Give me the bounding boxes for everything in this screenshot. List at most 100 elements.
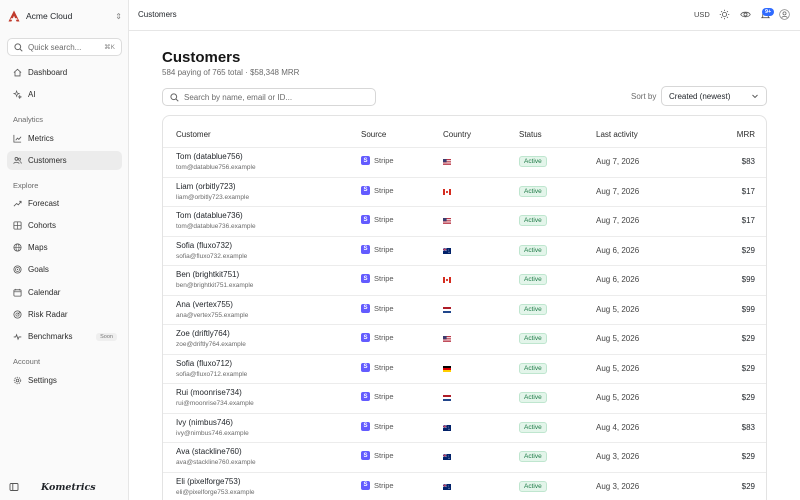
sidebar-item-customers[interactable]: Customers [7,151,122,170]
column-header-customer[interactable]: Customer [176,130,211,139]
sidebar-item-settings[interactable]: Settings [7,371,122,390]
netherlands-flag-icon [443,395,451,401]
table-row[interactable]: Rui (moonrise734) rui@moonrise734.example… [163,384,766,414]
stripe-icon: S [361,362,370,372]
pulse-icon [13,333,22,341]
notification-count-badge[interactable]: 9+ [762,8,775,16]
status-badge: Active [519,274,547,285]
sun-icon[interactable] [719,9,730,20]
sort-select[interactable]: Created (newest) [661,86,767,106]
column-header-status[interactable]: Status [519,130,542,139]
customer-name[interactable]: Rui (moonrise734) [176,388,242,397]
last-activity: Aug 4, 2026 [596,422,640,432]
sidebar-item-risk-radar[interactable]: Risk Radar [7,305,122,324]
source-label: Stripe [374,451,394,460]
sidebar-item-calendar[interactable]: Calendar [7,283,122,302]
sparkle-icon [13,90,22,99]
table-row[interactable]: Sofia (fluxo732) sofia@fluxo732.example S S… [163,237,766,266]
trend-icon [13,200,22,207]
column-header-country[interactable]: Country [443,130,471,139]
source-label: Stripe [374,362,394,372]
customer-name[interactable]: Ava (stackline760) [176,447,242,456]
table-row[interactable]: Ana (vertex755) ana@vertex755.example S Str… [163,296,766,325]
last-activity: Aug 5, 2026 [596,334,640,343]
table-row[interactable]: Tom (datablue756) tom@datablue756.example… [163,148,766,178]
sidebar-item-benchmarks[interactable]: Benchmarks Soon [7,327,122,346]
mrr-value: $99 [741,304,755,314]
column-header-last-activity[interactable]: Last activity [596,130,638,139]
status-badge: Active [519,480,547,492]
table-row[interactable]: Ben (brightkit751) ben@brightkit751.examp… [163,266,766,296]
customer-email: tom@datablue736.example [176,223,256,230]
customer-name[interactable]: Tom (datablue756) [176,152,243,161]
table-row[interactable]: Zoe (driftly764) zoe@driftly764.example S S… [163,325,766,355]
workspace-switcher[interactable]: Acme Cloud ⇕ [8,6,122,26]
source-cell: S Stripe [361,392,394,401]
customer-search-input[interactable]: Search by name, email or ID... [162,88,376,106]
column-header-mrr[interactable]: MRR [737,130,755,139]
stripe-icon: S [361,480,370,490]
customer-name[interactable]: Sofia (fluxo732) [176,241,232,250]
sidebar-item-label: Metrics [28,134,54,143]
sidebar-toggle-icon[interactable] [9,482,19,492]
customer-email: eli@pixelforge753.example [176,488,255,496]
status-badge: Active [519,185,547,197]
sidebar-item-metrics[interactable]: Metrics [7,129,122,148]
sidebar: Acme Cloud ⇕ Quick search... ⌘K Dashboar… [0,0,129,500]
sidebar-item-forecast[interactable]: Forecast [7,194,122,213]
table-row[interactable]: Sofia (fluxo712) sofia@fluxo712.example S S… [163,355,766,384]
table-row[interactable]: Liam (orbitly723) liam@orbitly723.example… [163,178,766,207]
table-row[interactable]: Tom (datablue736) tom@datablue736.example… [163,207,766,237]
section-heading-explore: Explore [13,181,39,190]
stripe-icon: S [361,156,370,165]
australia-flag-icon [443,424,451,431]
source-label: Stripe [374,392,394,401]
table-row[interactable]: Ivy (nimbus746) ivy@nimbus746.example S Str… [163,414,766,443]
customer-name[interactable]: Sofia (fluxo712) [176,359,232,368]
quick-search-input[interactable]: Quick search... ⌘K [7,38,122,56]
eye-icon[interactable] [740,9,751,20]
target-icon [13,265,22,274]
sidebar-item-dashboard[interactable]: Dashboard [7,63,122,82]
customer-name[interactable]: Ana (vertex755) [176,300,233,309]
column-header-source[interactable]: Source [361,130,386,139]
sidebar-item-label: AI [28,90,36,99]
table-row[interactable]: Eli (pixelforge753) eli@pixelforge753.exa… [163,473,766,500]
user-avatar-icon[interactable] [779,9,790,20]
sidebar-item-label: Settings [28,376,57,385]
stripe-icon: S [361,185,370,195]
customer-name[interactable]: Liam (orbitly723) [176,182,236,191]
customer-name[interactable]: Eli (pixelforge753) [176,477,240,486]
customer-name[interactable]: Ben (brightkit751) [176,270,239,279]
mrr-value: $29 [741,334,755,343]
stripe-icon: S [361,215,370,224]
stripe-icon: S [361,451,370,460]
last-activity: Aug 6, 2026 [596,275,640,284]
source-cell: S Stripe [361,362,394,372]
status-badge: Active [519,362,547,374]
sidebar-item-cohorts[interactable]: Cohorts [7,216,122,235]
australia-flag-icon [443,454,451,460]
mrr-value: $83 [741,422,755,432]
source-cell: S Stripe [361,451,394,460]
home-icon [13,68,22,77]
mrr-value: $29 [741,363,755,373]
customer-email: ben@brightkit751.example [176,282,254,289]
customer-email: sofia@fluxo712.example [176,370,248,378]
customer-name[interactable]: Ivy (nimbus746) [176,418,233,427]
gear-icon [13,376,22,385]
sidebar-item-maps[interactable]: Maps [7,238,122,257]
sidebar-item-ai[interactable]: AI [7,85,122,104]
customer-name[interactable]: Tom (datablue736) [176,211,243,220]
users-icon [13,157,22,164]
mrr-value: $29 [741,245,755,255]
customer-name[interactable]: Zoe (driftly764) [176,329,230,338]
us-flag-icon [443,336,451,342]
customer-email: ivy@nimbus746.example [176,429,249,437]
sidebar-item-goals[interactable]: Goals [7,260,122,279]
topbar: Customers USD 9+ [129,0,800,31]
main-content: Customers 584 paying of 765 total · $58,… [129,31,800,500]
currency-selector[interactable]: USD [694,10,710,19]
customer-email: tom@datablue756.example [176,164,256,171]
table-row[interactable]: Ava (stackline760) ava@stackline760.examp… [163,443,766,473]
